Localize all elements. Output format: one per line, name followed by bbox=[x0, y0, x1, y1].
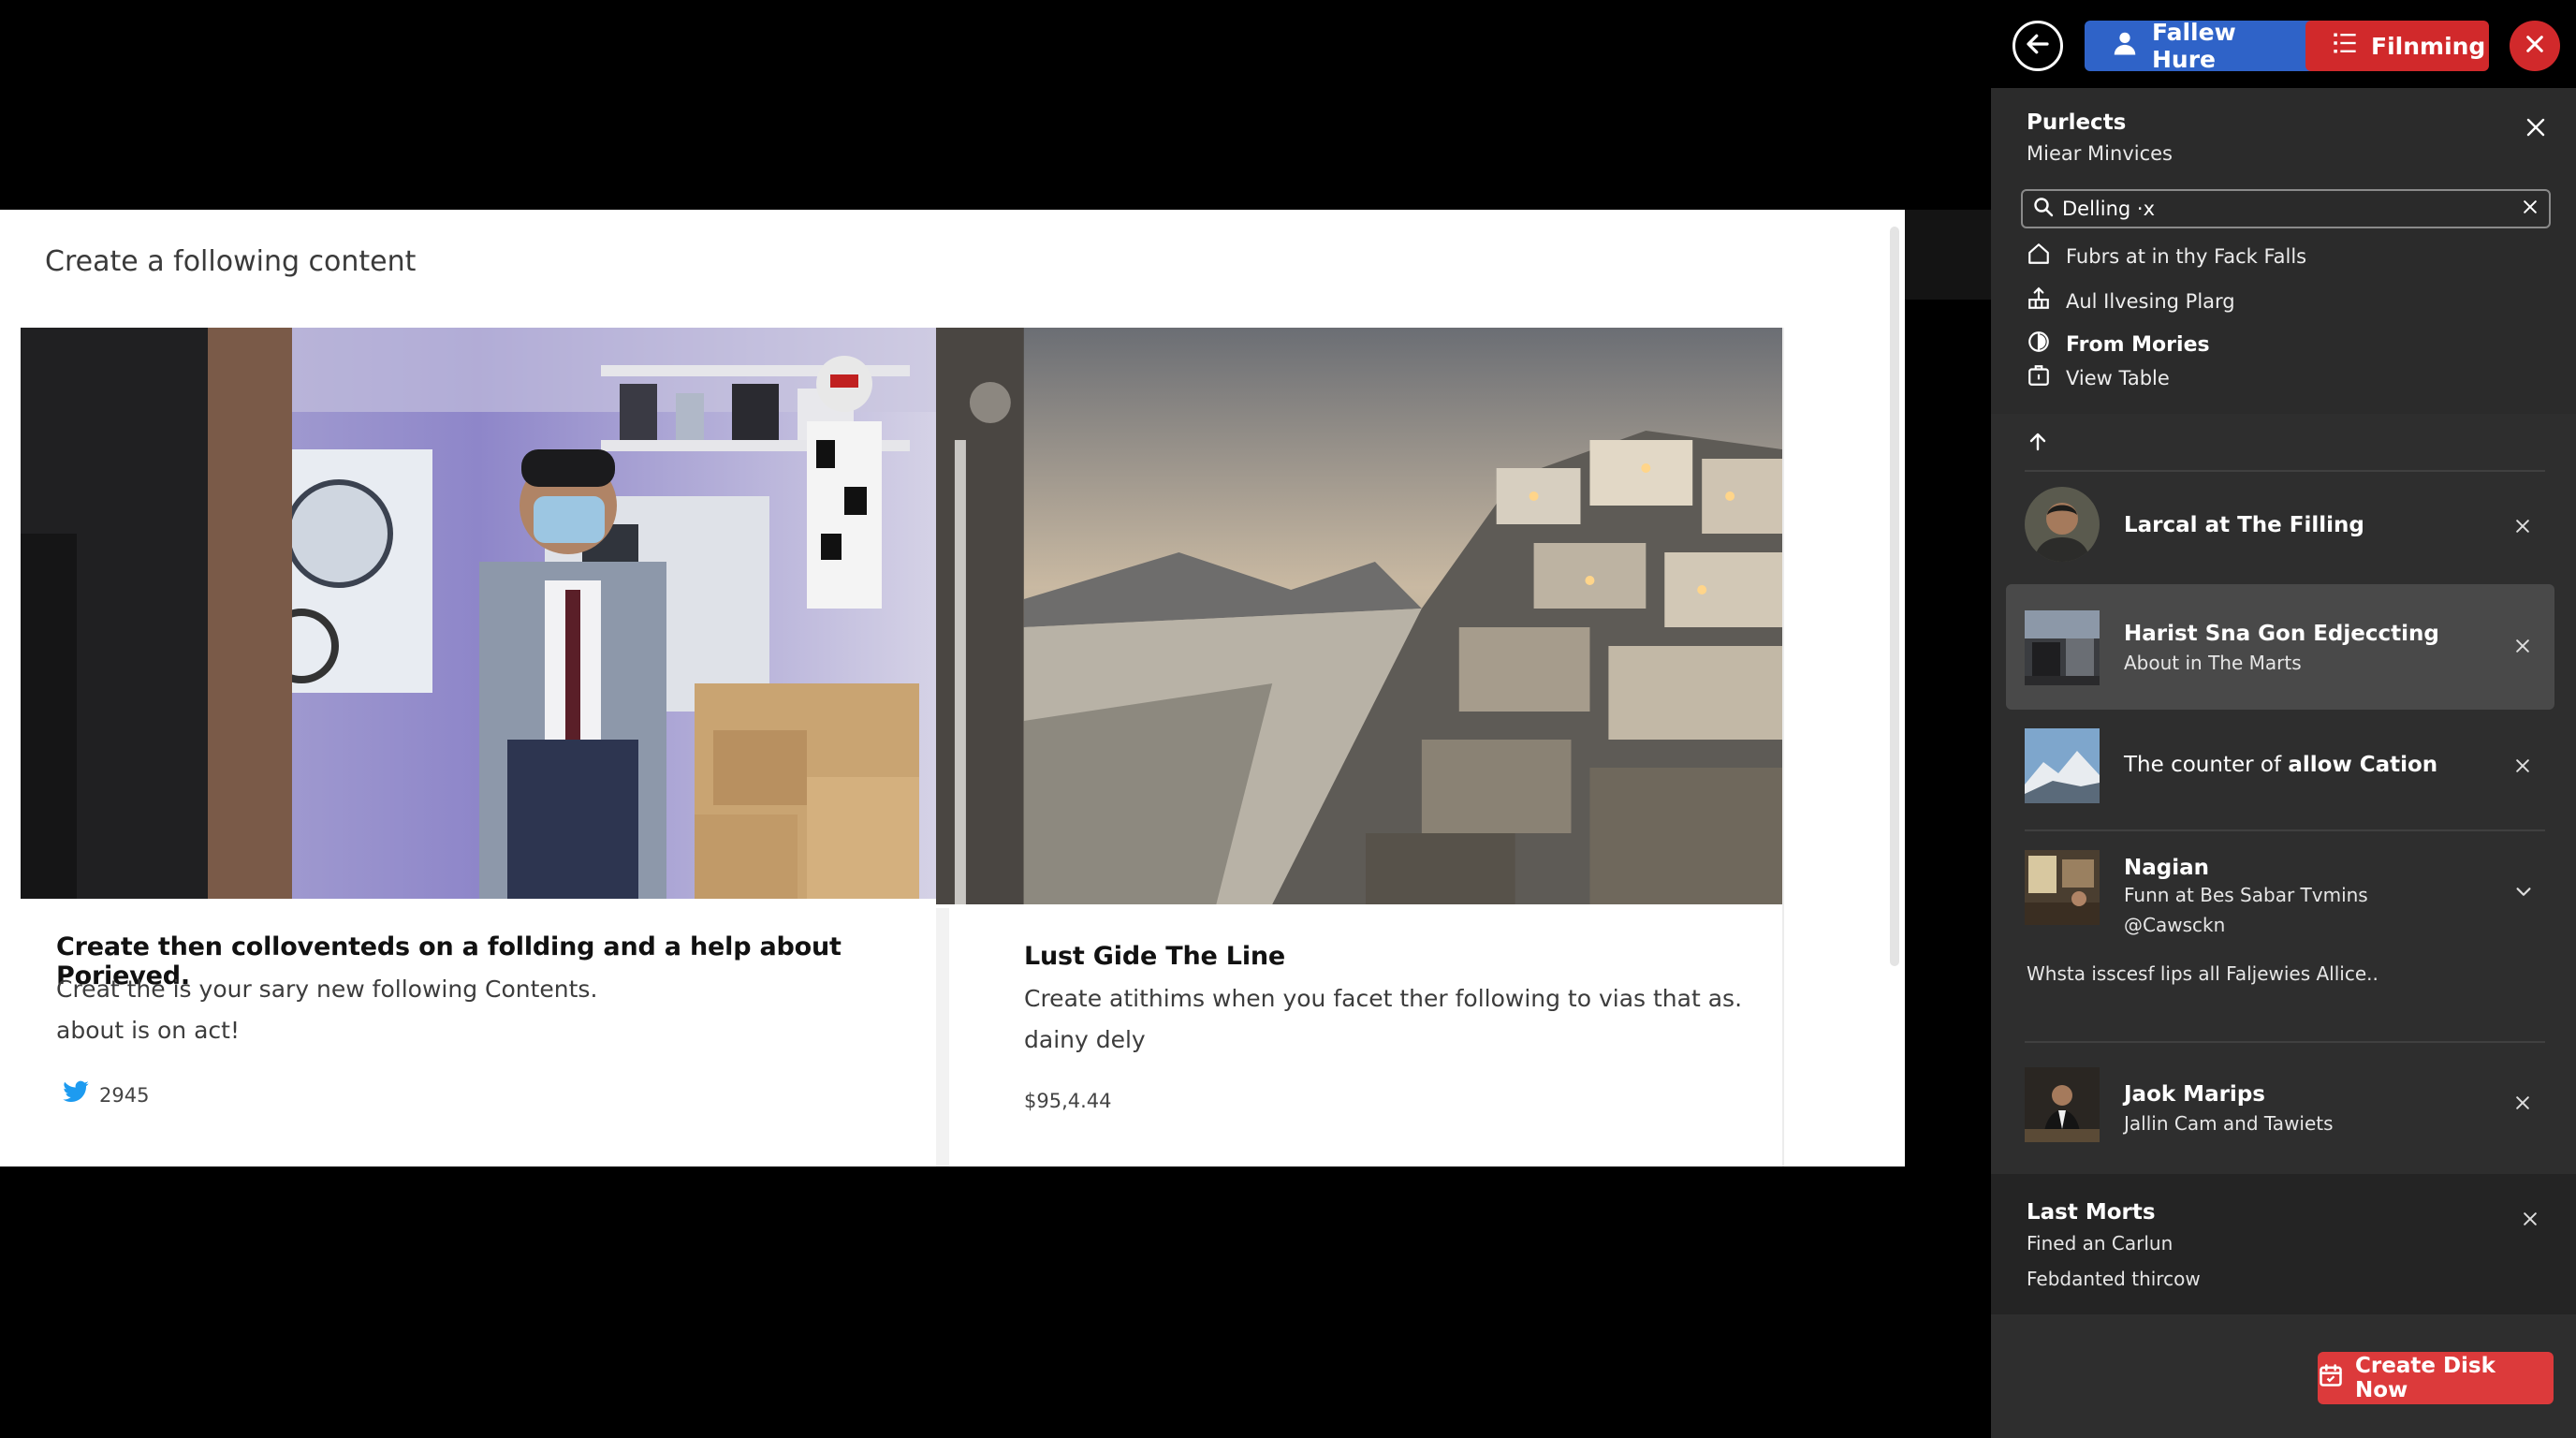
thumbnail bbox=[2025, 728, 2100, 803]
close-icon[interactable] bbox=[2513, 517, 2532, 539]
divider bbox=[2025, 1041, 2545, 1043]
user-button-label: Fallew Hure bbox=[2152, 19, 2236, 73]
panel-close-icon[interactable] bbox=[2525, 116, 2547, 142]
post-share-count[interactable]: 2945 bbox=[62, 1080, 149, 1109]
list-item-handle: @Cawsckn bbox=[2124, 914, 2226, 936]
search-box[interactable] bbox=[2021, 189, 2551, 228]
background-strip bbox=[1905, 210, 1991, 300]
panel-header: Purlects Miear Minvices Fubrs at in thy … bbox=[1991, 88, 2576, 414]
close-icon[interactable] bbox=[2513, 637, 2532, 659]
filming-button[interactable]: Filnming bbox=[2305, 21, 2489, 71]
arrow-up-icon[interactable] bbox=[2027, 431, 2049, 457]
content-scrollbar[interactable] bbox=[1890, 227, 1899, 966]
avatar bbox=[2025, 487, 2100, 562]
list-item-title: Harist Sna Gon Edjeccting bbox=[2124, 622, 2439, 646]
close-icon bbox=[2525, 34, 2545, 58]
twitter-bird-icon bbox=[62, 1080, 90, 1109]
list-item-title: The counter of allow Cation bbox=[2124, 753, 2437, 777]
menu-item-label: Aul Ilvesing Plarg bbox=[2066, 289, 2235, 313]
post-price: $95,4.44 bbox=[1024, 1090, 1112, 1112]
price-value: $95,4.44 bbox=[1024, 1090, 1112, 1112]
post-description-continued: dainy dely bbox=[1024, 1026, 1146, 1053]
post-description-continued: about is on act! bbox=[56, 1017, 240, 1044]
search-icon bbox=[2032, 196, 2055, 222]
menu-item-label: View Table bbox=[2066, 366, 2170, 389]
content-card: Create a following content Create then c… bbox=[0, 210, 1905, 1167]
table-icon bbox=[2027, 363, 2051, 392]
close-icon[interactable] bbox=[2513, 756, 2532, 779]
chevron-down-icon[interactable] bbox=[2513, 882, 2534, 906]
post-card-2[interactable]: Lust Gide The Line Create atithims when … bbox=[936, 328, 1784, 1167]
home-icon bbox=[2027, 242, 2051, 271]
list-item-subtitle: Fined an Carlun bbox=[2027, 1232, 2174, 1255]
list-item-detail: Febdanted thircow bbox=[2027, 1268, 2201, 1290]
arrow-left-icon bbox=[2024, 30, 2052, 62]
panel-title: Purlects bbox=[2027, 110, 2127, 135]
search-input[interactable] bbox=[2062, 198, 2521, 220]
list-item-title: Larcal at The Filling bbox=[2124, 513, 2364, 537]
share-count-value: 2945 bbox=[99, 1083, 150, 1107]
post-title[interactable]: Lust Gide The Line bbox=[1024, 942, 1285, 971]
list-item-nagian[interactable]: Nagian Funn at Bes Sabar Tvmins @Cawsckn… bbox=[2006, 837, 2554, 1024]
close-button[interactable] bbox=[2510, 21, 2560, 71]
list-item-subtitle: About in The Marts bbox=[2124, 652, 2302, 674]
list-item-larcal[interactable]: Larcal at The Filling bbox=[2006, 479, 2554, 577]
close-icon[interactable] bbox=[2521, 1210, 2539, 1232]
list-item-title: Last Morts bbox=[2027, 1200, 2156, 1225]
post-description: Creat the is your sary new following Con… bbox=[56, 976, 598, 1003]
menu-item-fubrs[interactable]: Fubrs at in thy Fack Falls bbox=[2027, 242, 2306, 271]
menu-item-from-mories[interactable]: From Mories bbox=[2027, 330, 2210, 360]
back-button[interactable] bbox=[2012, 21, 2063, 71]
close-icon[interactable] bbox=[2513, 1093, 2532, 1116]
filming-button-label: Filnming bbox=[2371, 32, 2486, 60]
list-item-jaok[interactable]: Jaok Marips Jallin Cam and Tawiets bbox=[2006, 1050, 2554, 1155]
compass-icon bbox=[2027, 330, 2051, 360]
list-item-title: Nagian bbox=[2124, 856, 2210, 880]
list-item-last-morts[interactable]: Last Morts Fined an Carlun Febdanted thi… bbox=[1991, 1174, 2576, 1314]
thumbnail bbox=[2025, 850, 2100, 925]
list-item-description: Whsta isscesf lips all Faljewies Allice.… bbox=[2027, 962, 2378, 985]
page-heading: Create a following content bbox=[45, 245, 417, 278]
menu-item-ilvesing[interactable]: Aul Ilvesing Plarg bbox=[2027, 286, 2235, 315]
panel-subtitle: Miear Minvices bbox=[2027, 142, 2173, 165]
share-icon bbox=[2027, 286, 2051, 315]
list-item-title-plain: The counter of bbox=[2124, 753, 2289, 777]
list-item-title: Jaok Marips bbox=[2124, 1082, 2265, 1107]
menu-item-label: From Mories bbox=[2066, 332, 2210, 357]
menu-item-view-table[interactable]: View Table bbox=[2027, 363, 2170, 392]
list-item-subtitle: Jallin Cam and Tawiets bbox=[2124, 1112, 2334, 1135]
create-disk-button[interactable]: Create Disk Now bbox=[2318, 1352, 2554, 1404]
list-item-subtitle: Funn at Bes Sabar Tvmins bbox=[2124, 884, 2368, 906]
menu-item-label: Fubrs at in thy Fack Falls bbox=[2066, 244, 2307, 268]
list-item-counter[interactable]: The counter of allow Cation bbox=[2006, 719, 2554, 816]
user-icon bbox=[2111, 29, 2139, 63]
divider bbox=[2025, 829, 2545, 831]
post-photo-city[interactable] bbox=[936, 328, 1782, 904]
side-panel: Purlects Miear Minvices Fubrs at in thy … bbox=[1991, 88, 2576, 1438]
list-icon bbox=[2332, 30, 2358, 62]
create-button-label: Create Disk Now bbox=[2355, 1354, 2496, 1402]
calendar-icon bbox=[2318, 1362, 2344, 1394]
divider bbox=[2025, 470, 2545, 472]
list-item-title-bold: allow Cation bbox=[2288, 753, 2438, 777]
clear-search-icon[interactable] bbox=[2521, 198, 2539, 220]
post-description: Create atithims when you facet ther foll… bbox=[1024, 985, 1743, 1012]
thumbnail bbox=[2025, 610, 2100, 685]
thumbnail bbox=[2025, 1067, 2100, 1142]
post-card-1[interactable]: Create then colloventeds on a follding a… bbox=[21, 328, 936, 1167]
user-profile-button[interactable]: Fallew Hure bbox=[2085, 19, 2334, 73]
list-item-harist[interactable]: Harist Sna Gon Edjeccting About in The M… bbox=[2006, 584, 2554, 710]
post-photo-lab[interactable] bbox=[21, 328, 936, 899]
